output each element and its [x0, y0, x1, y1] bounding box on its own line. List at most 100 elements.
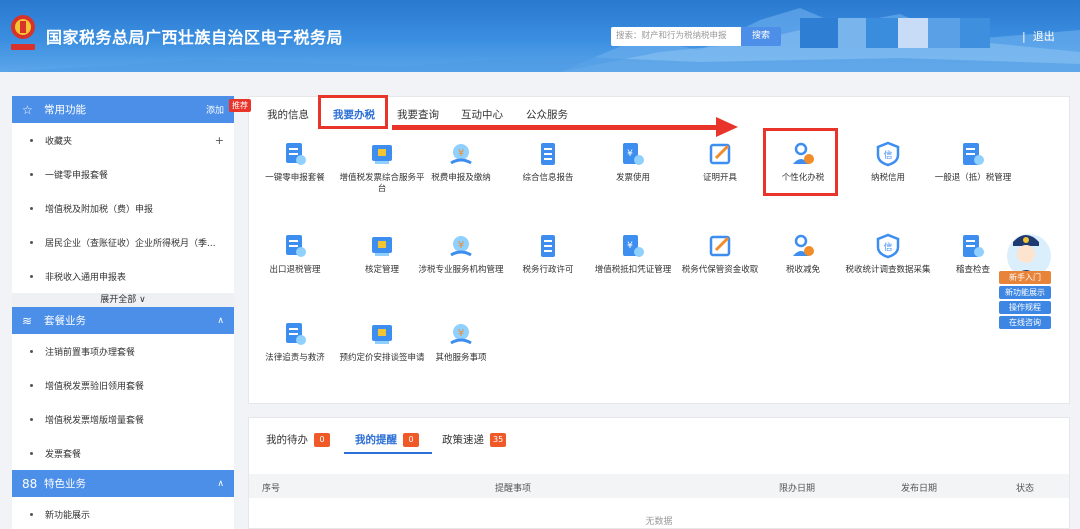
svg-text:¥: ¥ [458, 240, 464, 251]
table-header: 序号 提醒事项 限办日期 发布日期 状态 [249, 474, 1069, 498]
service-tile[interactable]: 出口退税管理 [251, 233, 339, 276]
svg-text:¥: ¥ [627, 241, 633, 251]
service-tile-label: 出口退税管理 [269, 265, 321, 275]
service-tile[interactable]: ¥ 其他服务事项 [417, 321, 505, 364]
custody-icon [676, 233, 764, 259]
empty-message: 无数据 [645, 517, 673, 527]
service-tile[interactable]: 综合信息报告 [504, 141, 592, 184]
service-tile[interactable]: 证明开具 [676, 141, 764, 184]
tab-public-service[interactable]: 公众服务 [526, 107, 568, 122]
service-tile-label: 税费申报及缴纳 [431, 173, 491, 183]
search-input[interactable]: 搜索：财产和行为税纳税申报 [611, 27, 741, 46]
service-tile-label: 增值税抵扣凭证管理 [594, 265, 672, 275]
service-tile-label: 其他服务事项 [435, 353, 487, 363]
online-assistant[interactable]: 新手入门 新功能展示 操作规程 在线咨询 [999, 228, 1053, 332]
service-tile[interactable]: ¥ 涉税专业服务机构管理 [417, 233, 505, 276]
service-tile[interactable]: ¥ 增值税抵扣凭证管理 [589, 233, 677, 276]
svg-text:¥: ¥ [458, 148, 464, 159]
license-icon [504, 233, 592, 259]
assistant-newbie-button[interactable]: 新手入门 [999, 271, 1051, 284]
sidebar-section-special[interactable]: 88 特色业务 ∧ [12, 470, 234, 497]
service-tile[interactable]: 预约定价安排谈签申请 [338, 321, 426, 364]
service-tile-label: 预约定价安排谈签申请 [339, 353, 425, 363]
service-tile[interactable]: 增值税发票综合服务平台 [338, 141, 426, 195]
service-tile-label: 核定管理 [364, 265, 399, 275]
tax-relief-icon [759, 233, 847, 259]
svg-text:¥: ¥ [627, 149, 633, 159]
other-service-icon: ¥ [417, 321, 505, 347]
collapse-icon[interactable]: ∧ [217, 316, 224, 326]
sidebar-item[interactable]: 注销前置事项办理套餐 [12, 334, 234, 368]
sidebar-item[interactable]: 增值税发票验旧领用套餐 [12, 368, 234, 402]
column-header: 限办日期 [779, 484, 816, 494]
service-tile[interactable]: 法律追责与救济 [251, 321, 339, 364]
column-header: 发布日期 [901, 484, 938, 494]
redacted-area [800, 18, 838, 48]
sidebar-section-common[interactable]: ☆ 常用功能 添加 [12, 96, 234, 123]
add-icon[interactable]: + [215, 134, 224, 147]
logout-link[interactable]: | 退出 [1022, 28, 1055, 44]
tax-emblem-icon [11, 15, 35, 50]
sidebar-item[interactable]: 居民企业（查账征收）企业所得税月（季... [12, 225, 234, 259]
sidebar-item[interactable]: 新功能展示 [12, 497, 234, 529]
sidebar-item[interactable]: 增值税发票增版增量套餐 [12, 402, 234, 436]
service-tile-label: 税收统计调查数据采集 [845, 265, 931, 275]
tab-my-info[interactable]: 我的信息 [267, 107, 309, 122]
service-tile[interactable]: 税务行政许可 [504, 233, 592, 276]
service-tile[interactable]: 信税收统计调查数据采集 [844, 233, 932, 276]
svg-text:¥: ¥ [458, 328, 464, 339]
assistant-new-feature-button[interactable]: 新功能展示 [999, 286, 1051, 299]
count-badge: 35 [490, 432, 507, 447]
column-header: 提醒事项 [495, 484, 532, 494]
service-tile-label: 税收减免 [785, 265, 820, 275]
search-button[interactable]: 搜索 [741, 27, 781, 46]
service-tile-label: 纳税信用 [870, 173, 905, 183]
export-refund-icon [251, 233, 339, 259]
tab-policy[interactable]: 政策速递 35 [442, 432, 507, 447]
service-tile-label: 一般退（抵）税管理 [934, 173, 1012, 183]
service-tile[interactable]: 信纳税信用 [844, 141, 932, 184]
service-tile-label: 法律追责与救济 [265, 353, 325, 363]
service-tile-label: 一键零申报套餐 [265, 173, 325, 183]
column-header: 序号 [262, 484, 281, 494]
assistant-consult-button[interactable]: 在线咨询 [999, 316, 1051, 329]
sidebar-item[interactable]: 收藏夹 + [12, 123, 234, 157]
svg-text:信: 信 [883, 241, 892, 253]
sidebar-item[interactable]: 一键零申报套餐 [12, 157, 234, 191]
redacted-area [928, 18, 960, 48]
info-report-icon [504, 141, 592, 167]
service-tile[interactable]: ¥ 税费申报及缴纳 [417, 141, 505, 184]
tab-interaction[interactable]: 互动中心 [461, 107, 503, 122]
site-header: 国家税务总局广西壮族自治区电子税务局 搜索：财产和行为税纳税申报 搜索 | 退出 [0, 0, 1080, 72]
tab-my-todo[interactable]: 我的待办 0 [266, 432, 330, 447]
assistant-guide-button[interactable]: 操作规程 [999, 301, 1051, 314]
invoice-use-icon: ¥ [589, 141, 677, 167]
sidebar-item[interactable]: 非税收入通用申报表 [12, 259, 234, 293]
service-tile-label: 税务行政许可 [522, 265, 574, 275]
reminder-panel: 我的待办 0 我的提醒 0 政策速递 35 序号 提醒事项 限办日期 发布日期 状态 … [248, 417, 1070, 529]
service-tile[interactable]: 核定管理 [338, 233, 426, 276]
sidebar-item[interactable]: 增值税及附加税（费）申报 [12, 191, 234, 225]
expand-all-button[interactable]: 展开全部 ∨ [12, 293, 234, 307]
service-tile[interactable]: 一键零申报套餐 [251, 141, 339, 184]
refund-icon [929, 141, 1017, 167]
tax-payment-icon: ¥ [417, 141, 505, 167]
service-tile[interactable]: 税收减免 [759, 233, 847, 276]
service-tile-label: 综合信息报告 [522, 173, 574, 183]
service-tile-label: 涉税专业服务机构管理 [418, 265, 504, 275]
invoice-platform-icon [338, 141, 426, 167]
legal-icon [251, 321, 339, 347]
active-tab-indicator [344, 452, 432, 454]
tab-my-reminder[interactable]: 我的提醒 0 [355, 432, 419, 447]
service-tile[interactable]: 税务代保管资金收取 [676, 233, 764, 276]
sidebar-section-package[interactable]: ≋ 套餐业务 ∧ [12, 307, 234, 334]
sidebar: ☆ 常用功能 添加 收藏夹 + 一键零申报套餐 增值税及附加税（费）申报 居民企业… [12, 96, 234, 529]
service-tile[interactable]: 一般退（抵）税管理 [929, 141, 1017, 184]
recommend-badge: 推荐 [229, 99, 251, 112]
tab-query[interactable]: 我要查询 [397, 107, 439, 122]
collapse-icon[interactable]: ∧ [217, 479, 224, 489]
annotation-arrow [392, 125, 717, 130]
service-tile[interactable]: ¥ 发票使用 [589, 141, 677, 184]
add-link[interactable]: 添加 [206, 103, 224, 116]
sidebar-item[interactable]: 发票套餐 [12, 436, 234, 470]
